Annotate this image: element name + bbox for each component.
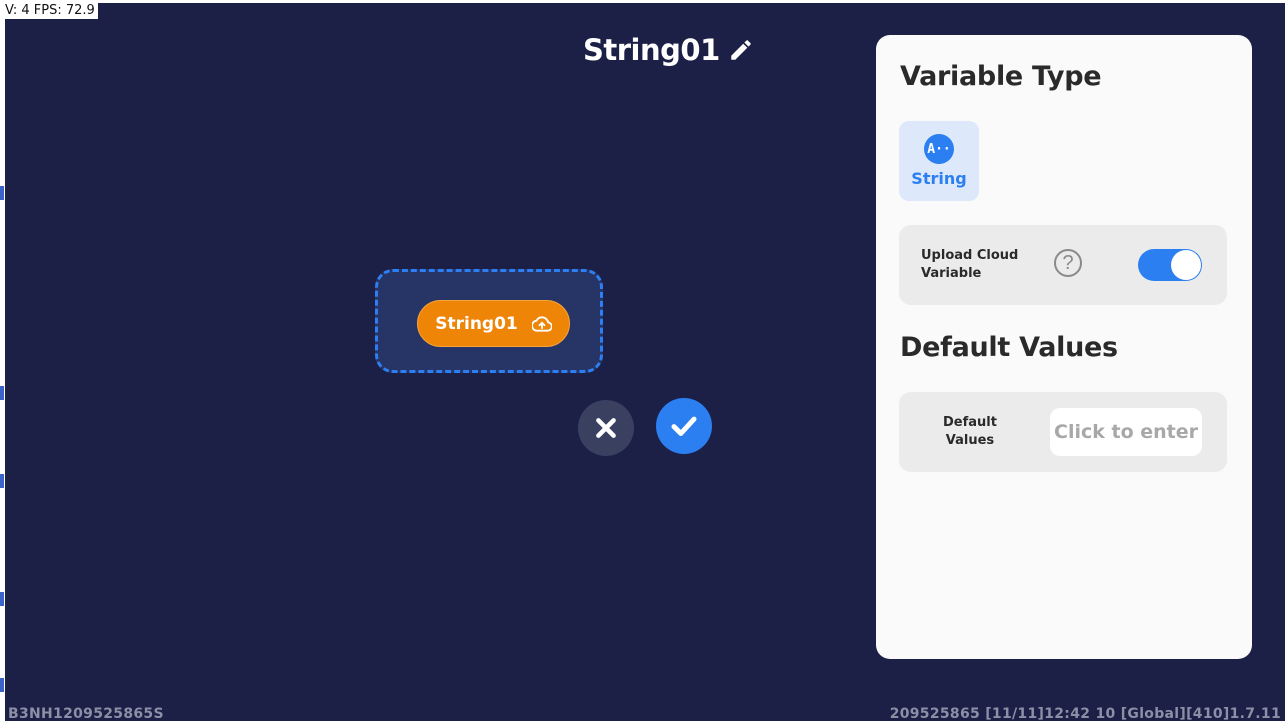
edge-marker <box>0 186 4 200</box>
device-id-text: B3NH1209525865S <box>8 706 164 721</box>
fps-counter: V: 4 FPS: 72.9 <box>4 3 98 19</box>
upload-cloud-row: Upload Cloud Variable ? <box>899 225 1227 305</box>
edge-marker <box>0 474 4 488</box>
type-option-label: String <box>911 169 967 188</box>
type-option-string[interactable]: A·· String <box>899 121 979 201</box>
variable-chip-label: String01 <box>435 313 518 334</box>
help-icon[interactable]: ? <box>1054 249 1082 277</box>
variable-settings-panel: Variable Type A·· String Upload Cloud Va… <box>876 35 1252 659</box>
close-icon <box>596 418 616 438</box>
variable-name-title: String01 <box>583 33 720 67</box>
variable-chip[interactable]: String01 <box>417 300 570 347</box>
selected-block-frame[interactable]: String01 <box>375 269 603 373</box>
default-values-label: Default Values <box>943 415 997 448</box>
edge-marker <box>0 592 4 606</box>
variable-type-heading: Variable Type <box>900 61 1102 92</box>
edge-marker <box>0 678 4 692</box>
default-values-heading: Default Values <box>900 332 1118 363</box>
check-icon <box>671 416 697 436</box>
page-title: String01 <box>583 33 754 67</box>
status-text: 209525865 [11/11]12:42 10 [Global][410]1… <box>889 706 1281 721</box>
toggle-knob <box>1171 250 1201 280</box>
default-value-input[interactable] <box>1050 408 1202 456</box>
string-type-icon: A·· <box>924 134 954 164</box>
default-values-row: Default Values <box>899 392 1227 472</box>
upload-cloud-toggle[interactable] <box>1138 249 1202 281</box>
edge-marker <box>0 386 4 400</box>
confirm-button[interactable] <box>656 398 712 454</box>
cancel-button[interactable] <box>578 400 634 456</box>
editor-stage: String01 String01 Variable Type A·· Stri… <box>5 3 1285 721</box>
cloud-upload-icon <box>531 315 552 332</box>
pencil-icon[interactable] <box>728 37 754 63</box>
upload-cloud-label: Upload Cloud Variable <box>921 248 1019 281</box>
